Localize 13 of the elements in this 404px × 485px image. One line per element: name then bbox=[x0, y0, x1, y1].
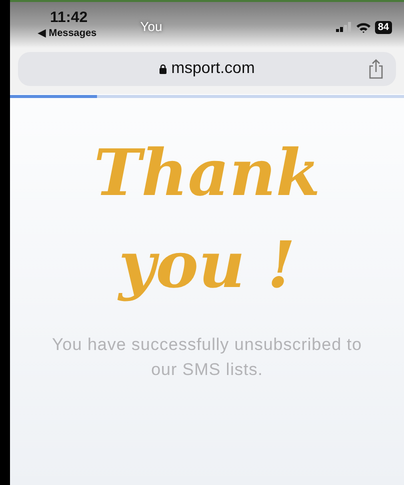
unsubscribe-message: You have successfully unsubscribed to our SMS lists. bbox=[52, 334, 362, 381]
thank-you-heading: you ! bbox=[118, 227, 296, 305]
battery-indicator: 84 bbox=[374, 20, 392, 34]
back-to-messages-link[interactable]: ◀ Messages bbox=[38, 29, 97, 39]
thank-you-heading: Thank bbox=[94, 135, 320, 213]
wifi-icon bbox=[356, 22, 371, 32]
status-label: You bbox=[140, 18, 162, 36]
signal-icon bbox=[336, 22, 352, 32]
url-text: msport.com bbox=[171, 59, 255, 79]
address-bar[interactable]: msport.com bbox=[18, 52, 396, 86]
share-icon[interactable] bbox=[368, 59, 384, 79]
status-time: 11:42 bbox=[50, 10, 88, 25]
lock-icon bbox=[159, 64, 168, 74]
